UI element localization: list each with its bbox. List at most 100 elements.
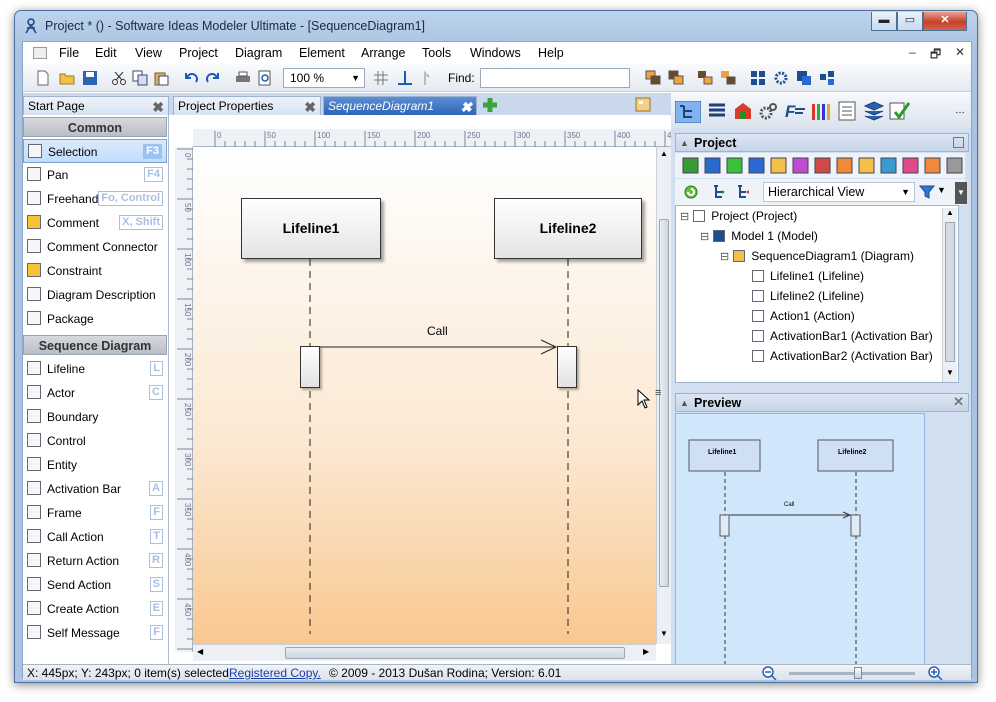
toolbox-item-comment[interactable]: Comment X, Shift <box>23 211 167 235</box>
format-icon[interactable]: F <box>785 101 807 121</box>
toolbox-item-diagram-description[interactable]: Diagram Description <box>23 283 167 307</box>
mdi-minimize-button[interactable]: – <box>909 45 916 59</box>
tree-scrollbar[interactable]: ▲ ▼ <box>942 208 957 382</box>
refresh-icon[interactable] <box>683 184 699 200</box>
panel-menu-button[interactable]: ▼ <box>955 182 967 204</box>
gears-icon[interactable] <box>759 101 779 121</box>
state-icon[interactable] <box>792 157 809 174</box>
toolbox-item-freehand[interactable]: Freehand Fo, Control <box>23 187 167 211</box>
send-to-back-icon[interactable] <box>720 70 736 86</box>
zoom-in-icon[interactable] <box>927 665 943 681</box>
tree-collapse-icon[interactable]: ⊟ <box>700 231 709 243</box>
toolbox-item-control[interactable]: Control <box>23 429 167 453</box>
toolbox-item-constraint[interactable]: Constraint <box>23 259 167 283</box>
arrange-icon[interactable] <box>819 70 835 86</box>
document-list-icon[interactable] <box>837 101 857 121</box>
close-icon[interactable]: ✖ <box>304 98 316 116</box>
scroll-down-icon[interactable]: ▼ <box>946 368 954 377</box>
component-icon[interactable] <box>814 157 831 174</box>
bring-forward-icon[interactable] <box>645 70 661 86</box>
tree-node[interactable]: Action1 (Action) <box>740 306 855 326</box>
cut-icon[interactable] <box>111 70 127 86</box>
toolbox-item-boundary[interactable]: Boundary <box>23 405 167 429</box>
toolbox-item-pan[interactable]: Pan F4 <box>23 163 167 187</box>
vertical-scroll-thumb[interactable] <box>659 219 669 587</box>
usecase-icon[interactable] <box>880 157 897 174</box>
tree-node[interactable]: ActivationBar2 (Activation Bar) <box>740 346 933 366</box>
package-icon[interactable] <box>726 157 743 174</box>
deployment-icon[interactable] <box>924 157 941 174</box>
collapse-icon[interactable]: ▲ <box>680 134 689 152</box>
diagram-canvas[interactable]: Lifeline1 Lifeline2 Call <box>193 147 656 644</box>
tree-node[interactable]: ActivationBar1 (Activation Bar) <box>740 326 933 346</box>
tab-start-page[interactable]: Start Page ✖ <box>23 96 169 115</box>
class-icon[interactable] <box>748 157 765 174</box>
toolbox-item-actor[interactable]: Actor C <box>23 381 167 405</box>
collapse-all-icon[interactable] <box>735 184 751 200</box>
toolbox-item-return-action[interactable]: Return Action R <box>23 549 167 573</box>
toolbox-item-frame[interactable]: Frame F <box>23 501 167 525</box>
print-preview-icon[interactable] <box>257 70 273 86</box>
menu-file[interactable]: File <box>59 46 79 60</box>
menu-tools[interactable]: Tools <box>422 46 451 60</box>
toolbox-item-lifeline[interactable]: Lifeline L <box>23 357 167 381</box>
close-icon[interactable]: ✕ <box>953 393 964 411</box>
note-icon[interactable] <box>770 157 787 174</box>
mdi-restore-button[interactable]: 🗗 <box>930 45 941 66</box>
menu-element[interactable]: Element <box>299 46 345 60</box>
toolbox-sequence-header[interactable]: Sequence Diagram <box>23 335 167 355</box>
scroll-left-icon[interactable]: ◀ <box>197 647 203 656</box>
image-icon[interactable] <box>946 157 963 174</box>
pointer-icon[interactable] <box>419 70 435 86</box>
menu-edit[interactable]: Edit <box>95 46 117 60</box>
actor-icon[interactable] <box>858 157 875 174</box>
menu-diagram[interactable]: Diagram <box>235 46 282 60</box>
tree-scroll-thumb[interactable] <box>945 222 955 362</box>
copy-icon[interactable] <box>132 70 148 86</box>
grid-icon[interactable] <box>373 70 389 86</box>
menu-view[interactable]: View <box>135 46 162 60</box>
close-button[interactable]: ✕ <box>923 12 967 31</box>
send-backward-icon[interactable] <box>668 70 684 86</box>
filter-dropdown-icon[interactable]: ▼ <box>937 185 946 195</box>
message-label[interactable]: Call <box>427 324 448 338</box>
filter-icon[interactable] <box>919 184 935 200</box>
lifeline2[interactable]: Lifeline2 <box>494 198 642 259</box>
layers-icon[interactable] <box>863 101 885 121</box>
group-icon[interactable] <box>796 70 812 86</box>
scroll-right-icon[interactable]: ▶ <box>643 647 649 656</box>
bring-to-front-icon[interactable] <box>697 70 713 86</box>
redo-icon[interactable] <box>205 70 221 86</box>
zoom-slider-thumb[interactable] <box>853 667 862 679</box>
undo-icon[interactable] <box>183 70 199 86</box>
paste-icon[interactable] <box>153 70 169 86</box>
close-icon[interactable]: ✖ <box>460 98 472 116</box>
zoom-out-icon[interactable] <box>761 665 777 681</box>
print-icon[interactable] <box>235 70 251 86</box>
settings-icon[interactable] <box>773 70 789 86</box>
maximize-panel-icon[interactable] <box>953 137 964 148</box>
element-list-icon[interactable] <box>707 101 727 121</box>
expand-all-icon[interactable] <box>711 184 727 200</box>
find-input[interactable] <box>480 68 630 88</box>
model-icon[interactable] <box>733 101 753 121</box>
toolbox-item-self-message[interactable]: Self Message F <box>23 621 167 645</box>
view-select[interactable]: Hierarchical View ▼ <box>763 182 915 202</box>
toolbox-item-entity[interactable]: Entity <box>23 453 167 477</box>
toolbox-item-activation-bar[interactable]: Activation Bar A <box>23 477 167 501</box>
tree-node[interactable]: Lifeline2 (Lifeline) <box>740 286 864 306</box>
tab-project-properties[interactable]: Project Properties ✖ <box>173 96 321 115</box>
maximize-button[interactable]: ▭ <box>897 12 923 31</box>
save-icon[interactable] <box>82 70 98 86</box>
validation-icon[interactable] <box>889 101 911 121</box>
lifeline1[interactable]: Lifeline1 <box>241 198 381 259</box>
scroll-up-icon[interactable]: ▲ <box>660 149 668 158</box>
node-icon[interactable] <box>836 157 853 174</box>
toolbox-item-selection[interactable]: Selection F3 <box>23 139 167 163</box>
interface-icon[interactable] <box>902 157 919 174</box>
scroll-up-icon[interactable]: ▲ <box>946 208 954 217</box>
toolbox-common-header[interactable]: Common <box>23 117 167 137</box>
menu-windows[interactable]: Windows <box>470 46 521 60</box>
registered-link[interactable]: Registered Copy. <box>229 666 321 681</box>
scroll-down-icon[interactable]: ▼ <box>660 629 668 638</box>
